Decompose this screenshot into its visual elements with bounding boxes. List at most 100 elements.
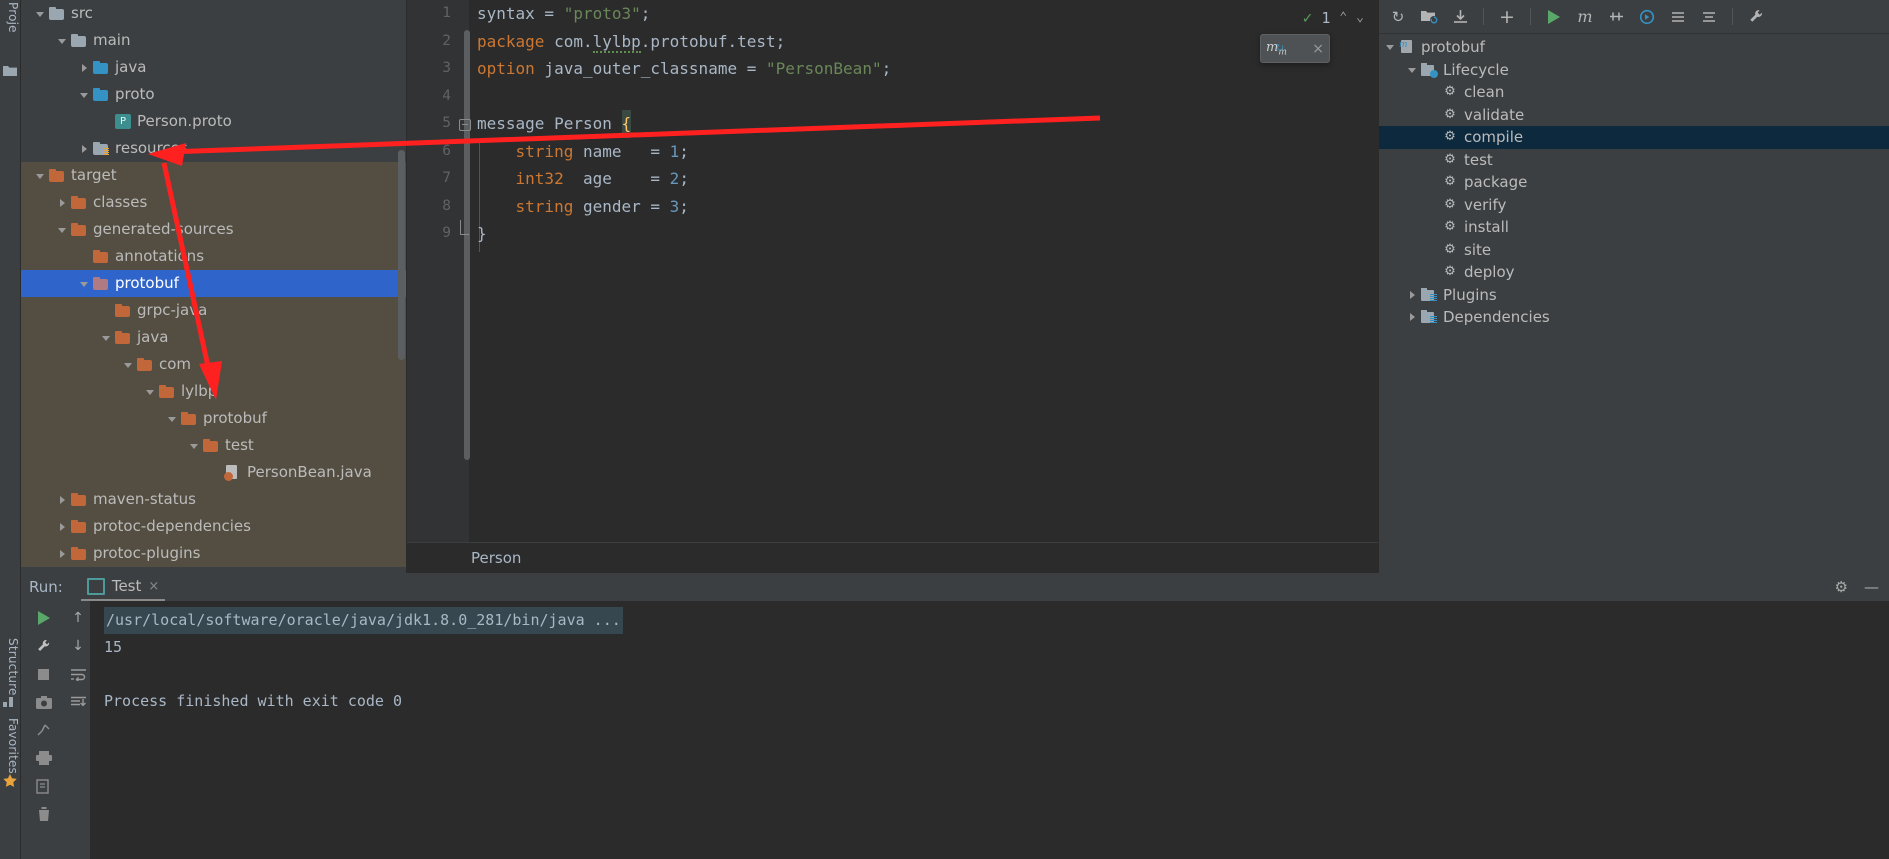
code-line[interactable]: 5 message Person { (407, 110, 1378, 138)
project-tree-item[interactable]: PersonBean.java (21, 459, 406, 486)
project-tree-item[interactable]: protoc-plugins (21, 540, 406, 567)
maven-tree-item[interactable]: ⚙ verify (1379, 194, 1889, 217)
project-tree-item[interactable]: java (21, 54, 406, 81)
fold-column[interactable] (459, 110, 471, 138)
chevron-down-icon[interactable] (33, 169, 47, 183)
plus-icon[interactable]: + (1496, 6, 1518, 28)
chevron-down-icon[interactable] (121, 358, 135, 372)
scroll-down-icon[interactable]: ↓ (65, 633, 91, 659)
project-tree-item[interactable]: java (21, 324, 406, 351)
maven-tree[interactable]: protobuf Lifecycle ⚙ clean ⚙ validate ⚙ compile… (1379, 34, 1889, 573)
tool-window-button-structure[interactable]: Structure (0, 638, 20, 696)
settings-wrench-icon[interactable] (1745, 6, 1767, 28)
maven-reload-popup[interactable]: mm ↻ × (1260, 34, 1330, 63)
stop-icon[interactable] (31, 661, 57, 687)
project-tree-item[interactable]: resources (21, 135, 406, 162)
code-line[interactable]: 1 syntax = "proto3"; (407, 0, 1378, 28)
scroll-to-end-icon[interactable] (65, 689, 91, 715)
run-tab-test[interactable]: Test × (80, 573, 166, 601)
chevron-right-icon[interactable] (77, 142, 91, 156)
maven-tree-item[interactable]: ⚙ deploy (1379, 261, 1889, 284)
fold-column[interactable] (459, 28, 471, 56)
project-tree-item[interactable]: protobuf (21, 270, 406, 297)
inspection-widget[interactable]: ✓ 1 ⌃ ⌄ (1303, 8, 1364, 27)
project-tree-item[interactable]: protoc-dependencies (21, 513, 406, 540)
maven-tree-item[interactable]: ⚙ site (1379, 239, 1889, 262)
maven-toolbar[interactable]: ↻ + m (1379, 0, 1889, 34)
code-line[interactable]: 3 option java_outer_classname = "PersonBe… (407, 55, 1378, 83)
run-icon[interactable] (1543, 6, 1565, 28)
chevron-down-icon[interactable] (77, 88, 91, 102)
chevron-down-icon[interactable] (55, 34, 69, 48)
project-tree-item[interactable]: proto (21, 81, 406, 108)
chevron-down-icon[interactable] (143, 385, 157, 399)
chevron-down-icon[interactable] (165, 412, 179, 426)
project-tree-item[interactable]: generated-sources (21, 216, 406, 243)
screenshot-icon[interactable] (31, 689, 57, 715)
skip-tests-icon[interactable] (1605, 6, 1627, 28)
scroll-up-icon[interactable]: ↑ (65, 605, 91, 631)
reload-icon[interactable]: ↻ (1387, 6, 1409, 28)
project-tree-item[interactable]: src (21, 0, 406, 27)
editor-body[interactable]: 1 syntax = "proto3"; 2 package com.lylbp.pr… (407, 0, 1378, 542)
project-tool-window[interactable]: src main java proto P Person.proto resources ta… (21, 0, 407, 573)
project-tree-item[interactable]: target (21, 162, 406, 189)
export-icon[interactable] (31, 773, 57, 799)
next-problem-icon[interactable]: ⌄ (1356, 10, 1364, 25)
print-icon[interactable] (31, 745, 57, 771)
chevron-down-icon[interactable] (33, 7, 47, 21)
chevron-down-icon[interactable] (77, 277, 91, 291)
chevron-right-icon[interactable] (55, 547, 69, 561)
fold-collapse-icon[interactable] (459, 119, 471, 131)
chevron-right-icon[interactable] (1405, 288, 1419, 302)
code-content[interactable]: 1 syntax = "proto3"; 2 package com.lylbp.pr… (407, 0, 1378, 542)
project-tree-item[interactable]: com (21, 351, 406, 378)
fold-column[interactable] (459, 138, 471, 166)
expand-icon[interactable] (1698, 6, 1720, 28)
maven-tree-item[interactable]: Plugins (1379, 284, 1889, 307)
maven-tree-item[interactable]: ⚙ package (1379, 171, 1889, 194)
code-line[interactable]: 7 int32 age = 2; (407, 165, 1378, 193)
gear-icon[interactable]: ⚙ (1835, 578, 1848, 596)
chevron-right-icon[interactable] (77, 61, 91, 75)
chevron-down-icon[interactable] (187, 439, 201, 453)
tool-window-button-favorites[interactable]: Favorites (0, 718, 20, 774)
code-line[interactable]: 4 (407, 83, 1378, 111)
project-tree-item[interactable]: main (21, 27, 406, 54)
fold-column[interactable] (459, 0, 471, 28)
project-tree-item[interactable]: P Person.proto (21, 108, 406, 135)
maven-tool-window[interactable]: ↻ + m m protobuf Lifecycle ⚙ clean ⚙ val… (1378, 0, 1889, 573)
execute-icon[interactable] (1636, 6, 1658, 28)
tool-window-button-project[interactable]: Proje (0, 2, 20, 62)
maven-goal-icon[interactable]: m (1574, 6, 1596, 28)
previous-problem-icon[interactable]: ⌃ (1339, 10, 1347, 25)
project-tree-item[interactable]: lylbp (21, 378, 406, 405)
rerun-icon[interactable] (31, 605, 57, 631)
close-tab-icon[interactable]: × (148, 579, 159, 594)
chevron-right-icon[interactable] (55, 520, 69, 534)
soft-wrap-icon[interactable] (65, 661, 91, 687)
maven-tree-item[interactable]: ⚙ test (1379, 149, 1889, 172)
chevron-right-icon[interactable] (55, 493, 69, 507)
download-sources-icon[interactable] (1449, 6, 1471, 28)
fold-column[interactable] (459, 193, 471, 221)
close-popup-icon[interactable]: × (1312, 41, 1324, 57)
fold-column[interactable] (459, 55, 471, 83)
maven-tree-item[interactable]: Dependencies (1379, 306, 1889, 329)
chevron-right-icon[interactable] (55, 196, 69, 210)
code-line[interactable]: 9} (407, 220, 1378, 248)
project-tree-item[interactable]: protobuf (21, 405, 406, 432)
editor-breadcrumb[interactable]: Person (407, 542, 1378, 573)
maven-tree-item[interactable]: ⚙ compile (1379, 126, 1889, 149)
add-folder-icon[interactable] (1418, 6, 1440, 28)
chevron-down-icon[interactable] (99, 331, 113, 345)
maven-tree-item[interactable]: ⚙ clean (1379, 81, 1889, 104)
maven-tree-item[interactable]: protobuf (1379, 34, 1889, 59)
trash-icon[interactable] (31, 801, 57, 827)
project-tree-item[interactable]: annotations (21, 243, 406, 270)
project-tree-item[interactable]: test (21, 432, 406, 459)
code-line[interactable]: 8 string gender = 3; (407, 193, 1378, 221)
chevron-down-icon[interactable] (1405, 63, 1419, 77)
chevron-down-icon[interactable] (55, 223, 69, 237)
code-line[interactable]: 6 string name = 1; (407, 138, 1378, 166)
